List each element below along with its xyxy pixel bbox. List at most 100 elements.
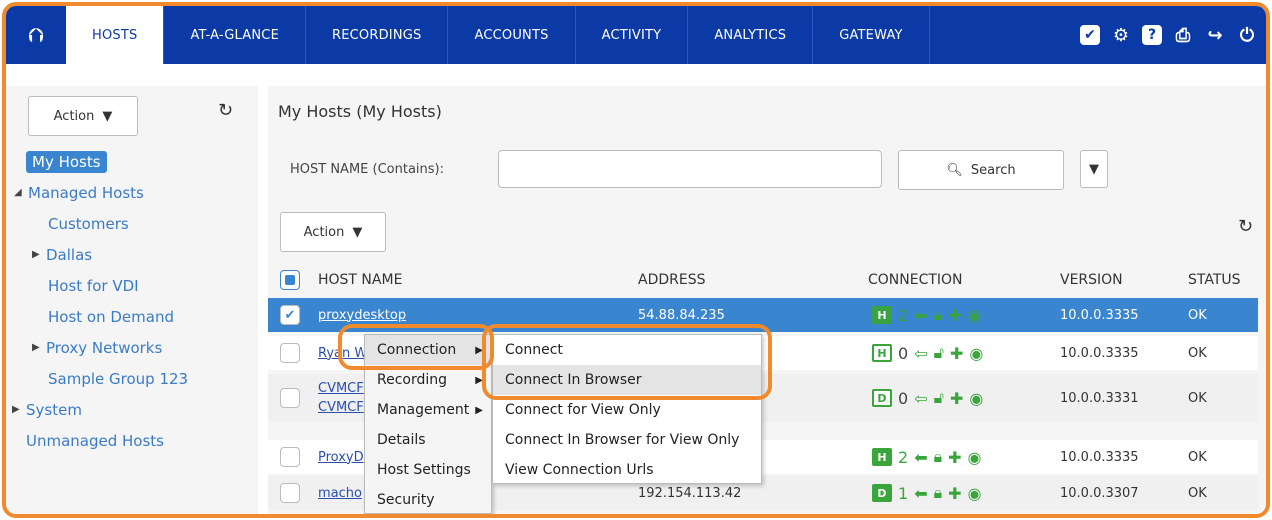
tree-item-system[interactable]: ▶ System	[6, 394, 258, 425]
host-address: 54.88.84.235	[638, 307, 725, 323]
tab-label: ACTIVITY	[601, 27, 662, 43]
connection-count: 1	[898, 483, 909, 503]
action-label: Action	[53, 108, 95, 124]
tab-recordings[interactable]: RECORDINGS	[306, 6, 449, 64]
tree-item-label: Dallas	[46, 245, 93, 264]
menu-item-management[interactable]: Management ▶	[365, 395, 491, 425]
host-tree: My Hosts ◢ Managed Hosts Customers ▶ Dal…	[6, 146, 258, 456]
tab-hosts[interactable]: HOSTS	[66, 6, 165, 64]
help-icon[interactable]: ?	[1142, 25, 1162, 45]
collapsed-icon[interactable]: ▶	[32, 342, 46, 353]
column-host-name[interactable]: HOST NAME	[318, 262, 402, 298]
caret-down-icon: ▼	[102, 108, 113, 124]
host-name-link[interactable]: CVMCF	[318, 381, 364, 396]
export-icon[interactable]: ↪	[1204, 24, 1226, 46]
tab-analytics[interactable]: ANALYTICS	[688, 6, 814, 64]
tree-item-label: Host for VDI	[48, 276, 139, 295]
refresh-icon[interactable]: ↻	[1238, 216, 1253, 237]
status-target-icon: ◉	[967, 305, 982, 325]
tree-item-host-for-vdi[interactable]: Host for VDI	[6, 270, 258, 301]
host-version: 10.0.0.3335	[1060, 307, 1139, 323]
tab-label: ANALYTICS	[714, 27, 787, 43]
host-name-link[interactable]: proxydesktop	[318, 308, 406, 323]
tree-item-managed-hosts[interactable]: ◢ Managed Hosts	[6, 177, 258, 208]
menu-item-label: Connect In Browser for View Only	[505, 432, 740, 448]
logo-icon[interactable]: ⮉	[6, 6, 66, 64]
row-checkbox[interactable]	[280, 483, 300, 503]
status-target-icon: ◉	[969, 343, 984, 363]
host-status: OK	[1188, 345, 1207, 361]
column-version[interactable]: VERSION	[1060, 262, 1123, 298]
status-target-icon: ◉	[967, 447, 982, 467]
left-action-button[interactable]: Action ▼	[28, 96, 138, 136]
arrow-left-icon: ⇦	[914, 343, 928, 363]
arrow-left-icon: ⬅	[914, 305, 928, 325]
tree-item-proxy-networks[interactable]: ▶ Proxy Networks	[6, 332, 258, 363]
tab-label: ACCOUNTS	[474, 27, 549, 43]
menu-item-label: Connection	[377, 342, 457, 358]
host-status: OK	[1188, 390, 1207, 406]
lock-icon: 🔒︎	[933, 447, 943, 466]
tab-accounts[interactable]: ACCOUNTS	[448, 6, 576, 64]
table-row[interactable]: ✔ proxydesktop 54.88.84.235 H 2 ⬅ 🔒︎ ✚ ◉…	[268, 298, 1258, 332]
column-connection[interactable]: CONNECTION	[868, 262, 963, 298]
submenu-arrow-icon: ▶	[475, 374, 483, 386]
host-name-link[interactable]: CVMCF	[318, 400, 364, 415]
tree-item-dallas[interactable]: ▶ Dallas	[6, 239, 258, 270]
tree-item-sample-group-123[interactable]: Sample Group 123	[6, 363, 258, 394]
host-status: OK	[1188, 449, 1207, 465]
tree-item-my-hosts[interactable]: My Hosts	[6, 146, 258, 177]
tree-item-label: Customers	[48, 214, 129, 233]
menu-item-label: Connect In Browser	[505, 372, 642, 388]
tree-item-customers[interactable]: Customers	[6, 208, 258, 239]
tab-activity[interactable]: ACTIVITY	[576, 6, 689, 64]
menu-item-label: Security	[377, 492, 435, 508]
menu-item-connect-browser-view-only[interactable]: Connect In Browser for View Only	[493, 425, 761, 455]
print-icon[interactable]: ⎙	[1172, 24, 1194, 46]
check-icon[interactable]: ✔	[1080, 25, 1100, 45]
select-all-checkbox[interactable]	[280, 270, 300, 290]
column-status[interactable]: STATUS	[1188, 262, 1241, 298]
power-icon[interactable]: ⏻	[1236, 24, 1258, 46]
expanded-icon[interactable]: ◢	[14, 187, 28, 198]
host-name-link[interactable]: Ryan W	[318, 346, 367, 361]
menu-item-connect[interactable]: Connect	[493, 335, 761, 365]
tab-at-a-glance[interactable]: AT-A-GLANCE	[164, 6, 306, 64]
menu-item-label: Management	[377, 402, 470, 418]
menu-item-connection[interactable]: Connection ▶	[365, 335, 491, 365]
menu-item-connect-in-browser[interactable]: Connect In Browser	[493, 365, 761, 395]
row-checkbox[interactable]	[280, 343, 300, 363]
caret-down-icon: ▼	[352, 224, 363, 240]
search-button[interactable]: 🔍︎ Search	[898, 150, 1064, 190]
connection-count: 2	[898, 447, 909, 467]
menu-item-view-connection-urls[interactable]: View Connection Urls	[493, 455, 761, 485]
row-checkbox[interactable]: ✔	[280, 305, 300, 325]
connection-indicators: H 2 ⬅ 🔒︎ ✚ ◉	[872, 440, 981, 474]
tree-item-host-on-demand[interactable]: Host on Demand	[6, 301, 258, 332]
tree-item-label: Managed Hosts	[28, 183, 144, 202]
host-name-link[interactable]: macho	[318, 486, 362, 501]
menu-item-host-settings[interactable]: Host Settings	[365, 455, 491, 485]
connection-count: 0	[898, 388, 909, 408]
column-address[interactable]: ADDRESS	[638, 262, 705, 298]
tab-gateway[interactable]: GATEWAY	[813, 6, 930, 64]
host-name-link[interactable]: ProxyD	[318, 450, 364, 465]
search-label: Search	[970, 162, 1016, 178]
arrow-left-icon: ⇦	[914, 388, 928, 408]
main-action-button[interactable]: Action ▼	[280, 212, 386, 252]
host-name-filter-input[interactable]	[498, 150, 882, 188]
collapsed-icon[interactable]: ▶	[12, 404, 26, 415]
menu-item-recording[interactable]: Recording ▶	[365, 365, 491, 395]
row-checkbox[interactable]	[280, 388, 300, 408]
gear-icon[interactable]: ⚙	[1110, 24, 1132, 46]
menu-item-connect-view-only[interactable]: Connect for View Only	[493, 395, 761, 425]
table-header: HOST NAME ADDRESS CONNECTION VERSION STA…	[268, 262, 1258, 298]
menu-item-security[interactable]: Security	[365, 485, 491, 514]
collapsed-icon[interactable]: ▶	[32, 249, 46, 260]
menu-item-details[interactable]: Details	[365, 425, 491, 455]
row-checkbox[interactable]	[280, 447, 300, 467]
filter-button[interactable]: ▼	[1080, 150, 1108, 188]
refresh-icon[interactable]: ↻	[218, 100, 233, 121]
left-panel: Action ▼ ↻ My Hosts ◢ Managed Hosts Cust…	[6, 86, 258, 514]
tree-item-unmanaged-hosts[interactable]: Unmanaged Hosts	[6, 425, 258, 456]
